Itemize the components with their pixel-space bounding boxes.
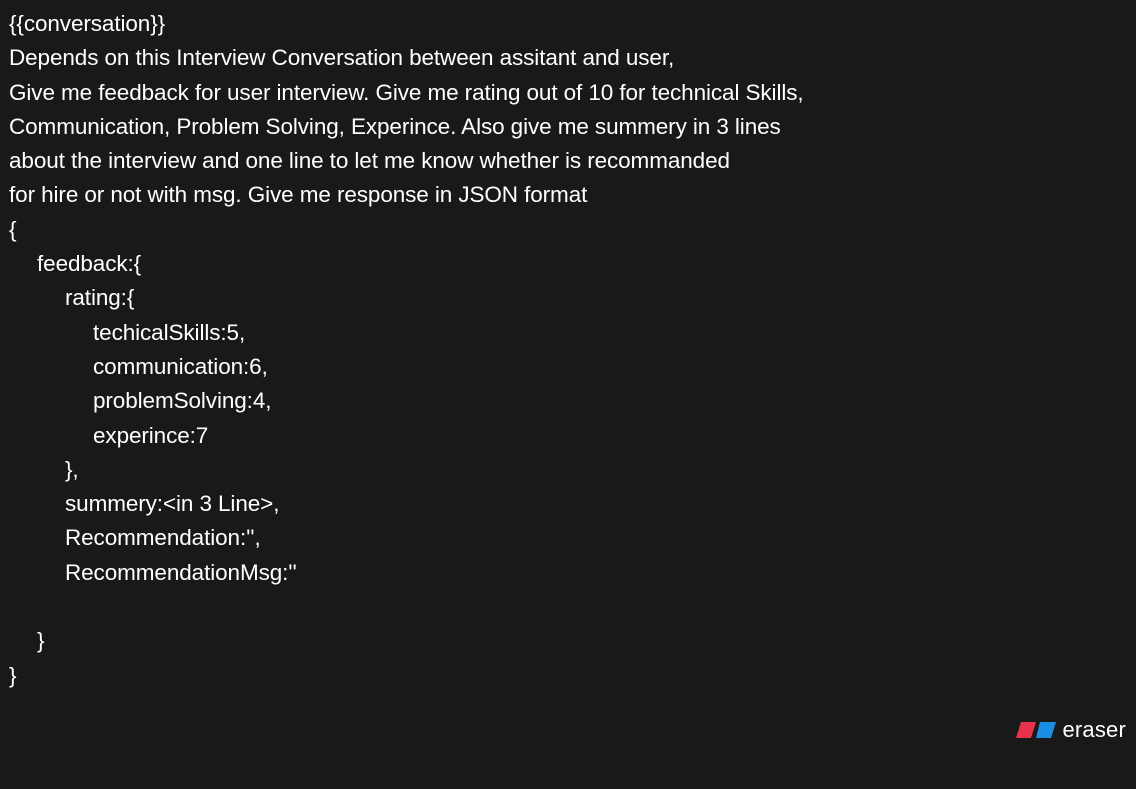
doc-line: Give me feedback for user interview. Giv… xyxy=(9,79,804,105)
eraser-logo-icon xyxy=(1016,722,1057,738)
doc-line: experince:7 xyxy=(93,422,209,448)
doc-line-blank xyxy=(9,590,1126,624)
logo-blue-shape xyxy=(1036,722,1057,738)
doc-line: RecommendationMsg:'' xyxy=(65,559,297,585)
doc-line: about the interview and one line to let … xyxy=(9,148,730,174)
doc-line: feedback:{ xyxy=(37,251,142,277)
doc-line: techicalSkills:5, xyxy=(93,319,246,345)
doc-line: rating:{ xyxy=(65,285,135,311)
eraser-branding[interactable]: eraser xyxy=(1016,717,1126,743)
logo-red-shape xyxy=(1016,722,1037,738)
doc-line: summery:<in 3 Line>, xyxy=(65,491,280,517)
doc-line: Depends on this Interview Conversation b… xyxy=(9,45,675,71)
doc-line: } xyxy=(37,628,45,654)
doc-line: {{conversation}} xyxy=(9,11,166,36)
doc-line: Communication, Problem Solving, Experinc… xyxy=(9,113,781,139)
document-text: {{conversation}} Depends on this Intervi… xyxy=(9,7,1126,693)
brand-name: eraser xyxy=(1062,717,1126,742)
doc-line: communication:6, xyxy=(93,353,268,379)
doc-line: } xyxy=(9,662,17,688)
doc-line: { xyxy=(9,216,17,242)
doc-line: problemSolving:4, xyxy=(93,388,272,414)
doc-line: Recommendation:'', xyxy=(65,525,261,551)
doc-line: }, xyxy=(65,456,79,482)
doc-line: for hire or not with msg. Give me respon… xyxy=(9,182,588,208)
